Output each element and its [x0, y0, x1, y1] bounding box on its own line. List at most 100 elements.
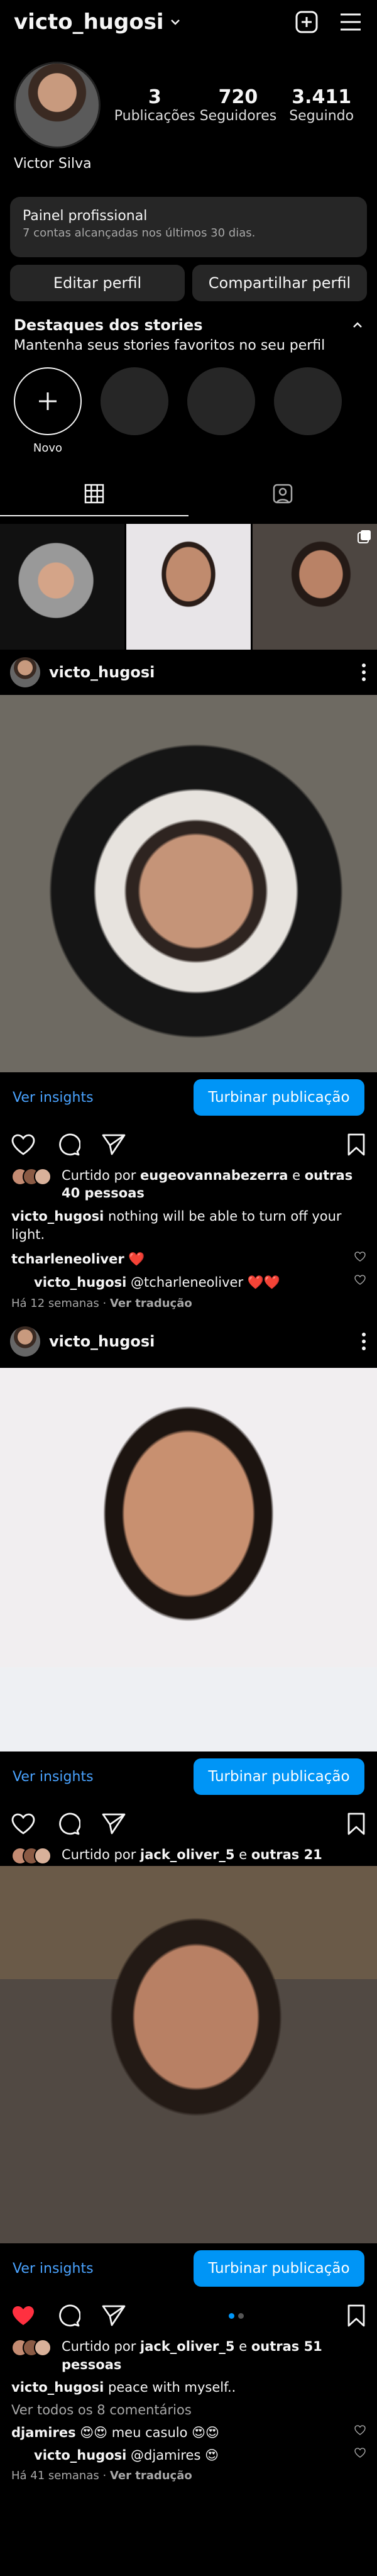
post-author[interactable]: victo_hugosi [10, 1326, 155, 1357]
plus-square-icon [295, 11, 318, 33]
highlights-subtitle: Mantenha seus stories favoritos no seu p… [14, 338, 325, 353]
profile-username: victo_hugosi [14, 9, 164, 35]
comment-author[interactable]: tcharleneoliver [11, 1252, 124, 1267]
chevron-up-icon[interactable] [352, 319, 363, 331]
view-insights-link[interactable]: Ver insights [13, 1090, 94, 1106]
hamburger-menu-icon [341, 13, 361, 31]
liked-by-others[interactable]: outras 21 [251, 1847, 322, 1862]
view-all-comments-link[interactable]: Ver todos os 8 comentários [0, 2397, 377, 2418]
liked-by-user[interactable]: eugeovannabezerra [140, 1168, 288, 1183]
post-caption: victo_hugosi nothing will be able to tur… [0, 1202, 377, 1245]
comment-author[interactable]: victo_hugosi [34, 1275, 126, 1290]
share-profile-button[interactable]: Compartilhar perfil [192, 265, 367, 301]
liked-by-prefix: Curtido por [62, 1847, 141, 1863]
see-translation-link[interactable]: Ver tradução [110, 2469, 192, 2482]
post-caption: victo_hugosi peace with myself.. [0, 2373, 377, 2397]
post-author-avatar [10, 1326, 40, 1357]
comment-author[interactable]: djamires [11, 2425, 76, 2440]
caption-author[interactable]: victo_hugosi [11, 1209, 104, 1224]
bookmark-icon[interactable] [347, 2304, 366, 2327]
heart-icon[interactable] [11, 1134, 35, 1155]
comment-like-icon[interactable] [354, 2424, 366, 2435]
post-author[interactable]: victo_hugosi [10, 657, 155, 687]
chevron-down-icon [170, 19, 180, 25]
share-icon[interactable] [102, 2304, 126, 2327]
posts-grid [0, 524, 377, 650]
menu-button[interactable] [338, 9, 363, 35]
posts-count[interactable]: 3 Publicações [114, 86, 195, 124]
feed-post: victo_hugosi Ver insights Turbinar publi… [0, 650, 377, 1310]
professional-dashboard[interactable]: Painel profissional 7 contas alcançadas … [10, 197, 367, 257]
comment-reply: victo_hugosi @djamires 😍 [0, 2440, 377, 2463]
post-meta: Há 41 semanas · Ver tradução [11, 2468, 192, 2482]
profile-tabs [0, 472, 377, 516]
tab-posts-grid[interactable] [0, 472, 188, 516]
post-image[interactable] [0, 1368, 377, 1752]
view-insights-link[interactable]: Ver insights [13, 2261, 94, 2277]
bookmark-icon[interactable] [347, 1813, 366, 1835]
carousel-dot-active [229, 2312, 234, 2319]
liked-by-and: e [288, 1168, 305, 1183]
comment-like-icon[interactable] [354, 1275, 366, 1285]
liked-by-and: e [234, 1847, 251, 1863]
carousel-indicator [229, 2312, 244, 2319]
comment-icon[interactable] [57, 1133, 80, 1157]
bookmark-icon[interactable] [347, 1133, 366, 1156]
profile-header: 3 Publicações 720 Seguidores 3.411 Segui… [0, 44, 377, 172]
more-options-icon[interactable] [361, 662, 367, 682]
tab-tagged[interactable] [188, 472, 377, 516]
stat-value: 3 [148, 86, 161, 108]
post-image[interactable] [0, 695, 377, 1072]
create-post-button[interactable] [294, 9, 319, 35]
grid-post-thumbnail[interactable] [0, 524, 124, 650]
heart-filled-icon[interactable] [11, 2305, 35, 2326]
boost-post-button[interactable]: Turbinar publicação [194, 1079, 364, 1116]
share-icon[interactable] [102, 1813, 126, 1835]
liker-avatar [34, 1168, 52, 1185]
following-count[interactable]: 3.411 Seguindo [281, 86, 363, 124]
comment-author[interactable]: victo_hugosi [34, 2448, 126, 2463]
new-highlight-button[interactable]: Novo [14, 367, 82, 455]
carousel-icon [358, 530, 371, 543]
more-options-icon[interactable] [361, 1331, 367, 1352]
stat-value: 720 [218, 86, 258, 108]
share-icon[interactable] [102, 1133, 126, 1156]
followers-count[interactable]: 720 Seguidores [197, 86, 279, 124]
likes-summary[interactable]: Curtido por jack_oliver_5 e outras 21 [0, 1846, 377, 1865]
grid-post-thumbnail[interactable] [126, 524, 251, 650]
liked-by-user[interactable]: jack_oliver_5 [140, 1847, 235, 1862]
account-switcher[interactable]: victo_hugosi [14, 9, 182, 35]
grid-icon [84, 484, 104, 504]
post-author-name: victo_hugosi [49, 1333, 155, 1351]
liked-by-and: e [234, 2339, 251, 2355]
dashboard-subtitle: 7 contas alcançadas nos últimos 30 dias. [23, 226, 256, 240]
post-image[interactable] [0, 1866, 377, 2244]
liker-avatar [34, 1847, 52, 1865]
stat-value: 3.411 [292, 86, 352, 108]
edit-profile-button[interactable]: Editar perfil [10, 265, 185, 301]
view-insights-link[interactable]: Ver insights [13, 1769, 94, 1785]
boost-post-button[interactable]: Turbinar publicação [194, 1758, 364, 1796]
post-author-avatar [10, 657, 40, 687]
stat-label: Seguidores [199, 108, 277, 124]
profile-avatar[interactable] [14, 62, 101, 148]
post-author-name: victo_hugosi [49, 663, 155, 681]
highlight-placeholder [274, 367, 342, 455]
profile-full-name: Victor Silva [14, 156, 92, 172]
comment-text: 😍😍 meu casulo 😍😍 [75, 2424, 219, 2440]
post-time: Há 41 semanas [11, 2468, 99, 2482]
comment-like-icon[interactable] [354, 1252, 366, 1262]
comment-icon[interactable] [57, 1812, 80, 1836]
boost-post-button[interactable]: Turbinar publicação [194, 2250, 364, 2287]
comment-icon[interactable] [57, 2304, 80, 2328]
likes-summary[interactable]: Curtido por jack_oliver_5 e outras 51 pe… [0, 2338, 377, 2373]
grid-post-thumbnail[interactable] [253, 524, 377, 650]
carousel-dot [238, 2312, 244, 2319]
caption-author[interactable]: victo_hugosi [11, 2380, 104, 2395]
post-time: Há 12 semanas [11, 1297, 99, 1311]
liked-by-user[interactable]: jack_oliver_5 [140, 2339, 235, 2354]
see-translation-link[interactable]: Ver tradução [110, 1297, 192, 1310]
heart-icon[interactable] [11, 1813, 35, 1835]
comment-like-icon[interactable] [354, 2447, 366, 2458]
likes-summary[interactable]: Curtido por eugeovannabezerra e outras 4… [0, 1167, 377, 1202]
